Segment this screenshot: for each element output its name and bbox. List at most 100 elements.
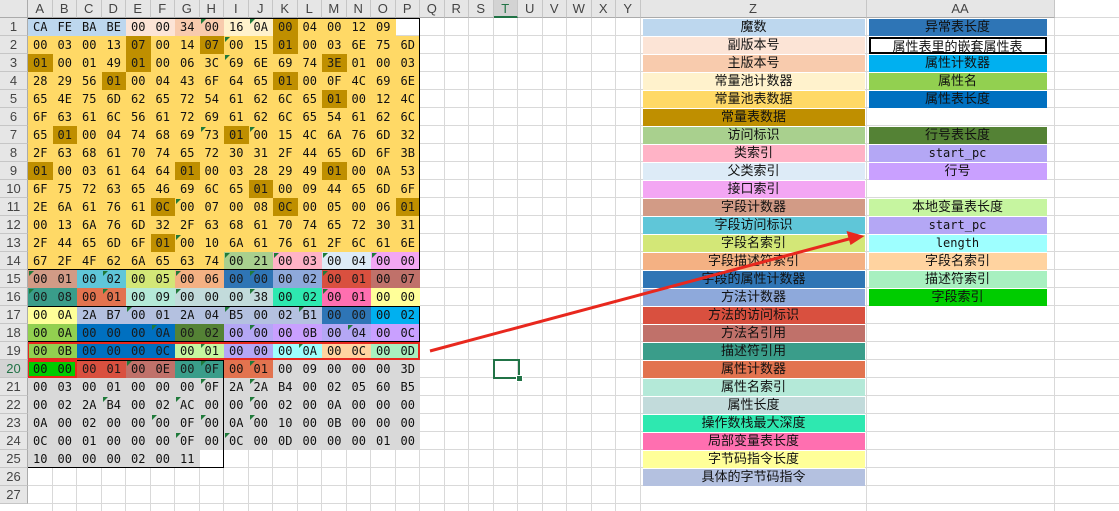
row-header-19[interactable]: 19 (0, 342, 28, 360)
column-header-e[interactable]: E (126, 0, 151, 18)
column-header-j[interactable]: J (248, 0, 273, 18)
row-header-27[interactable]: 27 (0, 486, 28, 504)
hex-cell[interactable]: 00 (126, 270, 151, 288)
hex-cell[interactable]: 00 (346, 432, 371, 450)
column-header-b[interactable]: B (52, 0, 77, 18)
hex-cell[interactable]: 00 (346, 414, 371, 432)
hex-cell[interactable]: B4 (273, 378, 298, 396)
column-header-p[interactable]: P (395, 0, 420, 18)
row-header-13[interactable]: 13 (0, 234, 28, 252)
hex-cell[interactable]: 00 (77, 288, 102, 306)
row-header-15[interactable]: 15 (0, 270, 28, 288)
hex-cell[interactable]: 01 (52, 270, 77, 288)
row-header-9[interactable]: 9 (0, 162, 28, 180)
hex-cell[interactable]: 10 (273, 414, 298, 432)
hex-cell[interactable]: 09 (297, 360, 322, 378)
column-header-x[interactable]: X (591, 0, 616, 18)
hex-cell[interactable]: 06 (199, 270, 224, 288)
hex-cell[interactable]: 00 (322, 432, 347, 450)
column-header-f[interactable]: F (150, 0, 175, 18)
hex-cell[interactable]: 05 (150, 270, 175, 288)
column-header-c[interactable]: C (77, 0, 102, 18)
row-header-18[interactable]: 18 (0, 324, 28, 342)
hex-cell[interactable]: 01 (371, 432, 396, 450)
hex-cell[interactable]: 0D (273, 432, 298, 450)
row-header-23[interactable]: 23 (0, 414, 28, 432)
hex-cell[interactable]: 00 (371, 270, 396, 288)
hex-cell[interactable]: 05 (346, 378, 371, 396)
fill-handle[interactable] (515, 375, 523, 382)
row-header-3[interactable]: 3 (0, 54, 28, 72)
column-header-t[interactable]: T (493, 0, 518, 18)
row-header-10[interactable]: 10 (0, 180, 28, 198)
column-header-o[interactable]: O (371, 0, 396, 18)
column-header-y[interactable]: Y (616, 0, 641, 18)
column-header-r[interactable]: R (444, 0, 469, 18)
row-header-14[interactable]: 14 (0, 252, 28, 270)
hex-cell[interactable]: 0A (224, 414, 249, 432)
hex-cell[interactable]: 02 (322, 378, 347, 396)
hex-cell[interactable]: 00 (273, 288, 298, 306)
hex-cell[interactable]: 00 (224, 288, 249, 306)
hex-cell[interactable]: 00 (395, 396, 420, 414)
hex-cell[interactable]: 00 (371, 288, 396, 306)
row-header-21[interactable]: 21 (0, 378, 28, 396)
hex-cell[interactable]: 00 (346, 396, 371, 414)
hex-cell[interactable]: 00 (224, 270, 249, 288)
row-header-16[interactable]: 16 (0, 288, 28, 306)
hex-cell[interactable]: 00 (224, 360, 249, 378)
select-all-corner[interactable] (0, 0, 28, 18)
hex-cell[interactable]: 0B (322, 414, 347, 432)
row-header-26[interactable]: 26 (0, 468, 28, 486)
hex-cell[interactable]: 00 (126, 288, 151, 306)
row-header-2[interactable]: 2 (0, 36, 28, 54)
hex-cell[interactable]: 00 (395, 288, 420, 306)
column-header-u[interactable]: U (518, 0, 543, 18)
column-header-i[interactable]: I (224, 0, 249, 18)
column-header-h[interactable]: H (199, 0, 224, 18)
row-header-12[interactable]: 12 (0, 216, 28, 234)
row-header-25[interactable]: 25 (0, 450, 28, 468)
hex-cell[interactable]: 00 (346, 360, 371, 378)
row-header-1[interactable]: 1 (0, 18, 28, 36)
hex-cell[interactable]: 00 (297, 432, 322, 450)
hex-cell[interactable]: 00 (395, 414, 420, 432)
row-header-7[interactable]: 7 (0, 126, 28, 144)
hex-cell[interactable]: B5 (395, 378, 420, 396)
hex-cell[interactable]: 00 (273, 360, 298, 378)
hex-cell[interactable]: 00 (371, 414, 396, 432)
hex-cell[interactable]: 00 (297, 396, 322, 414)
row-header-17[interactable]: 17 (0, 306, 28, 324)
hex-cell[interactable]: 00 (297, 378, 322, 396)
row-header-22[interactable]: 22 (0, 396, 28, 414)
column-header-d[interactable]: D (101, 0, 126, 18)
column-header-a[interactable]: A (28, 0, 53, 18)
hex-cell[interactable]: 08 (52, 288, 77, 306)
column-header-g[interactable]: G (175, 0, 200, 18)
hex-cell[interactable]: 00 (199, 288, 224, 306)
column-header-n[interactable]: N (346, 0, 371, 18)
column-header-l[interactable]: L (297, 0, 322, 18)
hex-cell[interactable]: 00 (371, 360, 396, 378)
row-header-6[interactable]: 6 (0, 108, 28, 126)
row-header-24[interactable]: 24 (0, 432, 28, 450)
column-header-v[interactable]: V (542, 0, 567, 18)
hex-cell[interactable]: 0A (322, 396, 347, 414)
row-header-20[interactable]: 20 (0, 360, 28, 378)
row-header-8[interactable]: 8 (0, 144, 28, 162)
row-header-11[interactable]: 11 (0, 198, 28, 216)
hex-cell[interactable]: 02 (297, 270, 322, 288)
column-header-s[interactable]: S (469, 0, 494, 18)
hex-cell[interactable]: 00 (77, 270, 102, 288)
column-header-q[interactable]: Q (420, 0, 445, 18)
column-header-m[interactable]: M (322, 0, 347, 18)
hex-cell[interactable]: 00 (248, 432, 273, 450)
column-header-aa[interactable]: AA (866, 0, 1055, 18)
hex-cell[interactable]: 01 (346, 288, 371, 306)
spreadsheet[interactable]: CA FE BA BE 00 00 34 00 16 0A 00 04 00 12 09 00 03 00 13 07… (0, 0, 1119, 511)
hex-cell[interactable]: 09 (150, 288, 175, 306)
column-header-k[interactable]: K (273, 0, 298, 18)
row-header-4[interactable]: 4 (0, 72, 28, 90)
hex-cell[interactable]: 3D (395, 360, 420, 378)
hex-cell[interactable]: 00 (322, 360, 347, 378)
